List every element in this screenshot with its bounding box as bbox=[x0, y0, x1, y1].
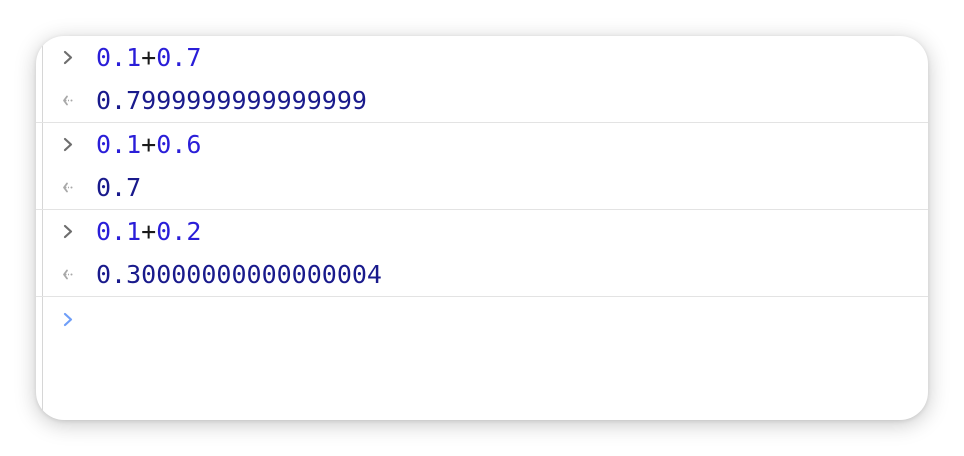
console-entry: 0.1+0.7 0.7999999999999999 bbox=[36, 36, 928, 123]
console-output-line: 0.7 bbox=[36, 166, 928, 209]
operator: + bbox=[141, 43, 157, 72]
return-arrow-icon bbox=[60, 79, 80, 122]
console-output-line: 0.30000000000000004 bbox=[36, 253, 928, 296]
operand-right: 0.2 bbox=[156, 217, 202, 246]
console-input-line[interactable]: 0.1+0.2 bbox=[36, 210, 928, 253]
console-input-expression: 0.1+0.7 bbox=[96, 36, 201, 79]
console-prompt-input[interactable] bbox=[36, 297, 928, 341]
return-arrow-icon bbox=[60, 253, 80, 296]
chevron-right-icon bbox=[60, 210, 80, 253]
chevron-right-icon bbox=[60, 297, 80, 341]
console-input-expression: 0.1+0.6 bbox=[96, 123, 201, 166]
console-output-line: 0.7999999999999999 bbox=[36, 79, 928, 122]
operand-right: 0.7 bbox=[156, 43, 202, 72]
console-input-expression: 0.1+0.2 bbox=[96, 210, 201, 253]
operand-left: 0.1 bbox=[96, 43, 142, 72]
return-arrow-icon bbox=[60, 166, 80, 209]
console-entry: 0.1+0.6 0.7 bbox=[36, 123, 928, 210]
console-input-line[interactable]: 0.1+0.6 bbox=[36, 123, 928, 166]
operator: + bbox=[141, 217, 157, 246]
operand-left: 0.1 bbox=[96, 130, 142, 159]
console-input-line[interactable]: 0.1+0.7 bbox=[36, 36, 928, 79]
operand-left: 0.1 bbox=[96, 217, 142, 246]
chevron-right-icon bbox=[60, 36, 80, 79]
console-result-value: 0.30000000000000004 bbox=[96, 260, 382, 289]
console-entry: 0.1+0.2 0.30000000000000004 bbox=[36, 210, 928, 297]
devtools-console: 0.1+0.7 0.7999999999999999 0.1+0.6 0.7 0… bbox=[36, 36, 928, 420]
operator: + bbox=[141, 130, 157, 159]
stage: 0.1+0.7 0.7999999999999999 0.1+0.6 0.7 0… bbox=[0, 0, 964, 456]
operand-right: 0.6 bbox=[156, 130, 202, 159]
chevron-right-icon bbox=[60, 123, 80, 166]
console-result-value: 0.7 bbox=[96, 173, 142, 202]
console-result-value: 0.7999999999999999 bbox=[96, 86, 367, 115]
